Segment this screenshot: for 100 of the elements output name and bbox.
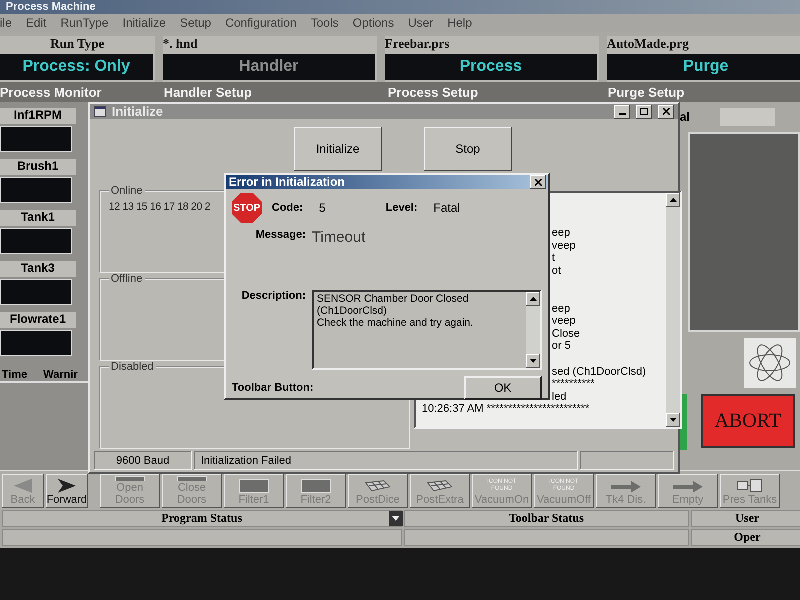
rectangle-icon <box>239 479 269 493</box>
action-button[interactable]: Stop <box>424 127 512 171</box>
header-display: Handler <box>163 54 375 80</box>
log-line: sed (Ch1DoorClsd) <box>552 366 646 378</box>
log-line: t <box>552 252 556 264</box>
section-title: Purge Setup <box>608 84 686 100</box>
log-line: veep <box>552 240 576 252</box>
window-title: Initialize <box>112 104 164 119</box>
log-line: led <box>552 390 567 403</box>
grid-icon <box>426 479 454 493</box>
description-line: (Ch1DoorClsd) <box>317 305 388 317</box>
message-value: Timeout <box>312 229 367 246</box>
user-value: Oper <box>691 529 800 546</box>
header-display: Process <box>385 54 597 80</box>
close-icon <box>534 178 542 186</box>
scrollbar[interactable] <box>666 193 680 427</box>
header-label: Freebar.prs <box>385 36 451 53</box>
menu-item[interactable]: RunType <box>60 16 109 30</box>
section-title: Handler Setup <box>164 84 254 100</box>
monitor-label: Tank1 <box>0 210 76 226</box>
close-icon <box>662 108 670 115</box>
tank-icon <box>737 479 763 493</box>
up-arrow-icon <box>670 198 676 202</box>
right-arrow-icon <box>58 479 76 493</box>
menu-item[interactable]: ile <box>0 16 12 30</box>
log-line: veep <box>552 315 576 328</box>
program-status: Program Status <box>2 510 402 527</box>
log-line: 10:26:37 AM ************************ <box>422 403 590 416</box>
abort-button[interactable]: ABORT <box>701 394 795 448</box>
monitor-display <box>0 126 72 152</box>
group-label: Disabled <box>109 361 156 373</box>
level-label: Level: <box>386 202 419 214</box>
menu-item[interactable]: User <box>408 16 434 30</box>
log-line: Close <box>552 328 580 340</box>
status-cell: 9600 Baud <box>94 451 192 470</box>
header-label: Run Type <box>49 36 106 53</box>
status-cell: Initialization Failed <box>194 451 578 470</box>
log-line: ********** <box>552 378 595 390</box>
monitor-label: Brush1 <box>0 159 76 175</box>
minimize-button[interactable] <box>614 104 630 118</box>
monitor-display <box>0 228 72 254</box>
message-label: Message: <box>254 229 307 243</box>
column-header: Warnir <box>43 369 78 381</box>
monitor-display <box>0 177 72 203</box>
menu-item[interactable]: Options <box>352 16 394 30</box>
log-line: eep <box>552 227 570 239</box>
log-line: or 5 <box>552 340 571 352</box>
menu-item[interactable]: Configuration <box>225 16 297 30</box>
monitor-label: Flowrate1 <box>0 312 76 328</box>
monitor-label: Inf1RPM <box>0 108 76 124</box>
window-icon <box>94 106 106 117</box>
caret-icon <box>392 516 400 521</box>
close-button[interactable] <box>530 175 546 189</box>
grid-icon <box>364 479 392 493</box>
right-arrow-icon <box>673 481 703 493</box>
description-label: Description: <box>240 290 307 304</box>
toolbar-button[interactable]: Forward <box>46 474 88 508</box>
scrollbar[interactable] <box>526 292 540 368</box>
menu-item[interactable]: Edit <box>26 16 47 30</box>
maximize-icon <box>640 108 648 115</box>
description-line: SENSOR Chamber Door Closed <box>317 293 470 305</box>
monitor-display <box>0 330 72 356</box>
down-arrow-icon <box>670 418 676 422</box>
column-header: Time <box>2 369 28 381</box>
field-label: al <box>680 110 690 124</box>
dialog-title: Error in Initialization <box>229 175 346 189</box>
ok-button[interactable]: OK <box>464 376 542 400</box>
user-label: User <box>691 510 800 527</box>
menu-item[interactable]: Tools <box>310 16 339 30</box>
action-button[interactable]: Initialize <box>294 127 382 171</box>
menu-item[interactable]: Initialize <box>122 16 166 30</box>
left-arrow-icon <box>14 479 32 493</box>
level-value: Fatal <box>434 201 460 215</box>
value-box <box>720 108 776 126</box>
header-label: AutoMade.prg <box>607 36 690 53</box>
window-title: Process Machine <box>0 0 800 14</box>
rectangle-icon <box>301 479 331 493</box>
code-label: Code: <box>272 202 304 214</box>
header-label: *. hnd <box>163 36 199 53</box>
description-line: Check the machine and try again. <box>317 317 474 329</box>
monitor-label: Tank3 <box>0 261 76 277</box>
code-value: 5 <box>319 201 326 215</box>
right-arrow-icon <box>611 481 641 493</box>
menu-item[interactable]: Setup <box>180 16 212 30</box>
close-button[interactable] <box>658 104 674 118</box>
dropdown-button[interactable] <box>389 511 403 526</box>
maximize-button[interactable] <box>636 104 652 118</box>
section-title: Process Setup <box>388 84 480 100</box>
log-line: eep <box>552 302 570 315</box>
menu-item[interactable]: Help <box>448 16 472 30</box>
monitor-display <box>0 279 72 305</box>
header-display: Purge <box>607 54 800 80</box>
group-label: Online <box>109 185 145 197</box>
toolbar-status: Toolbar Status <box>404 510 689 527</box>
section-title: Process Monitor <box>0 84 103 100</box>
down-arrow-icon <box>530 359 536 363</box>
toolbar-button-label: Toolbar Button: <box>232 382 315 394</box>
up-arrow-icon <box>530 297 536 301</box>
group-label: Offline <box>109 273 145 285</box>
log-line: ot <box>552 264 562 277</box>
